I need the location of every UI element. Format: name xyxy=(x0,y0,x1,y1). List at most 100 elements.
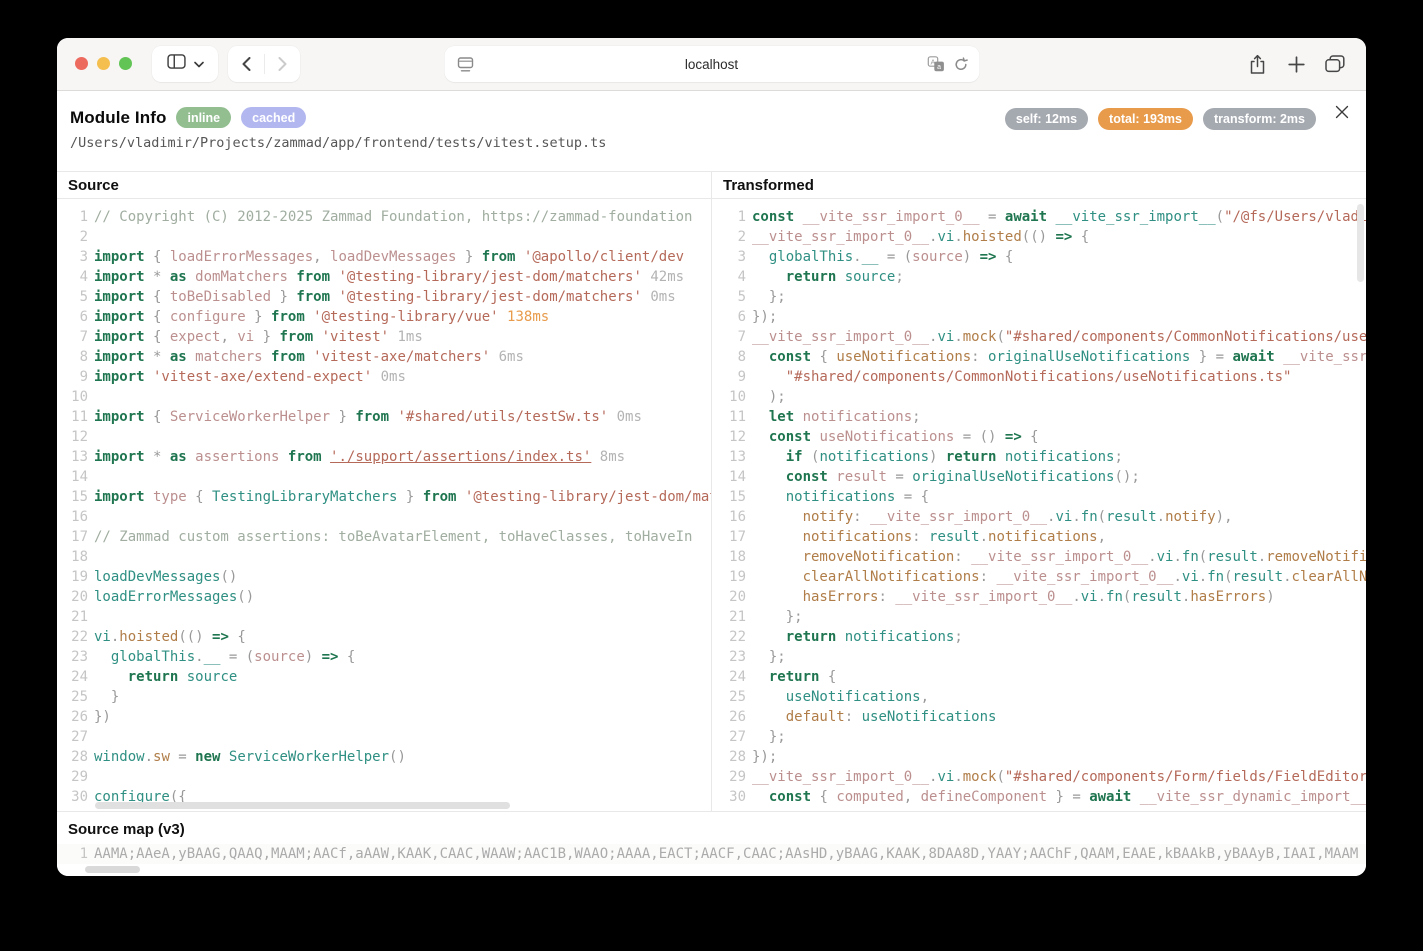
code-line: 23 globalThis.__ = (source) => { xyxy=(57,647,711,667)
sourcemap-line[interactable]: 1 AAMA;AAeA,yBAAG,QAAQ,MAAM;AACf,aAAW,KA… xyxy=(57,844,1366,864)
close-icon xyxy=(1334,104,1350,125)
sourcemap-mappings: AAMA;AAeA,yBAAG,QAAQ,MAAM;AACf,aAAW,KAAK… xyxy=(88,844,1358,864)
code-line: 20loadErrorMessages() xyxy=(57,587,711,607)
nav-buttons xyxy=(228,46,300,82)
code-line: 21 }; xyxy=(712,607,1366,627)
transform-time-badge: transform: 2ms xyxy=(1203,108,1316,130)
code-line: 10 ); xyxy=(712,387,1366,407)
new-tab-button[interactable] xyxy=(1283,49,1309,79)
code-line: 3import { loadErrorMessages, loadDevMess… xyxy=(57,247,711,267)
code-line: 26}) xyxy=(57,707,711,727)
code-line: 7__vite_ssr_import_0__.vi.mock("#shared/… xyxy=(712,327,1366,347)
code-line: 23 }; xyxy=(712,647,1366,667)
code-line: 28window.sw = new ServiceWorkerHelper() xyxy=(57,747,711,767)
sourcemap-section: Source map (v3) 1 AAMA;AAeA,yBAAG,QAAQ,M… xyxy=(57,811,1366,876)
code-line: 27 }; xyxy=(712,727,1366,747)
share-button[interactable] xyxy=(1244,49,1270,79)
reload-icon[interactable] xyxy=(953,57,968,77)
code-line: 13import * as assertions from './support… xyxy=(57,447,711,467)
self-time-badge: self: 12ms xyxy=(1005,108,1088,130)
address-bar[interactable]: localhost Aa xyxy=(444,46,979,82)
module-file-path: /Users/vladimir/Projects/zammad/app/fron… xyxy=(70,135,606,151)
code-line: 17 notifications: result.notifications, xyxy=(712,527,1366,547)
timing-badges: self: 12ms total: 193ms transform: 2ms xyxy=(1005,108,1316,130)
module-info-header: Module Info inline cached self: 12ms tot… xyxy=(57,91,1366,171)
code-line: 13 if (notifications) return notificatio… xyxy=(712,447,1366,467)
code-line: 21 xyxy=(57,607,711,627)
page-settings-icon[interactable] xyxy=(457,57,473,77)
code-line: 11import { ServiceWorkerHelper } from '#… xyxy=(57,407,711,427)
code-line: 25 useNotifications, xyxy=(712,687,1366,707)
code-line: 18 xyxy=(57,547,711,567)
code-line: 1// Copyright (C) 2012-2025 Zammad Found… xyxy=(57,207,711,227)
transformed-vertical-scrollbar[interactable] xyxy=(1357,204,1364,282)
close-panel-button[interactable] xyxy=(1331,103,1353,125)
code-line: 11 let notifications; xyxy=(712,407,1366,427)
close-window-button[interactable] xyxy=(75,57,88,70)
code-line: 15 notifications = { xyxy=(712,487,1366,507)
page-title: Module Info xyxy=(70,108,166,128)
code-line: 12 const useNotifications = () => { xyxy=(712,427,1366,447)
tab-overview-button[interactable] xyxy=(1322,49,1348,79)
code-line: 3 globalThis.__ = (source) => { xyxy=(712,247,1366,267)
code-line: 10 xyxy=(57,387,711,407)
code-line: 25 } xyxy=(57,687,711,707)
sourcemap-horizontal-scrollbar[interactable] xyxy=(85,866,140,873)
code-panes: Source 1// Copyright (C) 2012-2025 Zamma… xyxy=(57,171,1366,811)
source-pane-title: Source xyxy=(57,172,711,199)
code-line: 9import 'vitest-axe/extend-expect' 0ms xyxy=(57,367,711,387)
sidebar-icon xyxy=(167,54,186,74)
zoom-window-button[interactable] xyxy=(119,57,132,70)
total-time-badge: total: 193ms xyxy=(1098,108,1193,130)
transformed-pane: Transformed 1const __vite_ssr_import_0__… xyxy=(711,172,1366,811)
cached-badge: cached xyxy=(241,107,306,128)
code-line: 24 return source xyxy=(57,667,711,687)
inline-badge: inline xyxy=(176,107,231,128)
code-line: 4import * as domMatchers from '@testing-… xyxy=(57,267,711,287)
sourcemap-line-number: 1 xyxy=(57,844,88,864)
code-line: 15import type { TestingLibraryMatchers }… xyxy=(57,487,711,507)
code-line: 6}); xyxy=(712,307,1366,327)
svg-text:a: a xyxy=(937,64,941,71)
code-line: 2__vite_ssr_import_0__.vi.hoisted(() => … xyxy=(712,227,1366,247)
code-line: 18 removeNotification: __vite_ssr_import… xyxy=(712,547,1366,567)
back-button[interactable] xyxy=(229,46,264,82)
transformed-pane-title: Transformed xyxy=(712,172,1366,199)
browser-window: localhost Aa Module Inf xyxy=(57,38,1366,876)
code-line: 9 "#shared/components/CommonNotification… xyxy=(712,367,1366,387)
sourcemap-title: Source map (v3) xyxy=(57,812,1366,838)
code-line: 26 default: useNotifications xyxy=(712,707,1366,727)
code-line: 19 clearAllNotifications: __vite_ssr_imp… xyxy=(712,567,1366,587)
code-line: 16 notify: __vite_ssr_import_0__.vi.fn(r… xyxy=(712,507,1366,527)
chevron-down-icon xyxy=(194,55,204,73)
minimize-window-button[interactable] xyxy=(97,57,110,70)
source-horizontal-scrollbar[interactable] xyxy=(95,802,510,809)
code-line: 20 hasErrors: __vite_ssr_import_0__.vi.f… xyxy=(712,587,1366,607)
browser-toolbar: localhost Aa xyxy=(57,38,1366,91)
code-line: 5 }; xyxy=(712,287,1366,307)
code-line: 24 return { xyxy=(712,667,1366,687)
source-pane: Source 1// Copyright (C) 2012-2025 Zamma… xyxy=(57,172,711,811)
code-line: 28}); xyxy=(712,747,1366,767)
code-line: 29 xyxy=(57,767,711,787)
code-line: 2 xyxy=(57,227,711,247)
transformed-code[interactable]: 1const __vite_ssr_import_0__ = await __v… xyxy=(712,199,1366,811)
code-line: 5import { toBeDisabled } from '@testing-… xyxy=(57,287,711,307)
sidebar-toggle-button[interactable] xyxy=(152,46,218,82)
code-line: 29__vite_ssr_import_0__.vi.mock("#shared… xyxy=(712,767,1366,787)
code-line: 16 xyxy=(57,507,711,527)
code-line: 22vi.hoisted(() => { xyxy=(57,627,711,647)
code-line: 17// Zammad custom assertions: toBeAvata… xyxy=(57,527,711,547)
code-line: 14 xyxy=(57,467,711,487)
code-line: 19loadDevMessages() xyxy=(57,567,711,587)
code-line: 1const __vite_ssr_import_0__ = await __v… xyxy=(712,207,1366,227)
code-line: 14 const result = originalUseNotificatio… xyxy=(712,467,1366,487)
code-line: 7import { expect, vi } from 'vitest' 1ms xyxy=(57,327,711,347)
url-text[interactable]: localhost xyxy=(444,57,979,72)
code-line: 30 const { computed, defineComponent } =… xyxy=(712,787,1366,807)
source-code[interactable]: 1// Copyright (C) 2012-2025 Zammad Found… xyxy=(57,199,711,811)
code-line: 12 xyxy=(57,427,711,447)
forward-button[interactable] xyxy=(265,46,300,82)
translate-icon[interactable]: Aa xyxy=(927,56,944,77)
code-line: 4 return source; xyxy=(712,267,1366,287)
